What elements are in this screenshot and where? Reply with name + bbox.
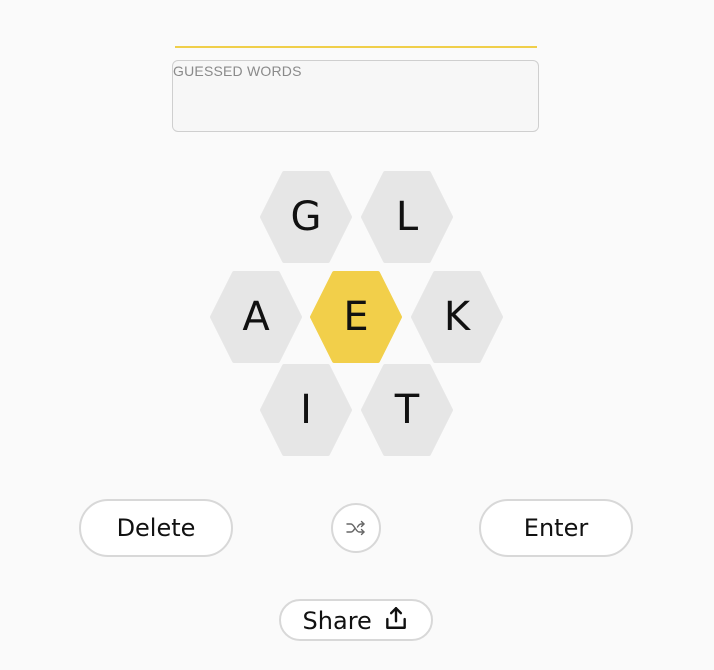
hexagon-shape — [260, 171, 352, 263]
hex-cell-outer-top-right[interactable]: L — [361, 171, 453, 263]
spelling-bee-game: GUESSED WORDS G L A E K I T Delete Enter… — [0, 0, 714, 670]
hex-cell-outer-top-left[interactable]: G — [260, 171, 352, 263]
word-input-underline[interactable] — [175, 46, 537, 48]
hexagon-shape — [361, 364, 453, 456]
hex-cell-center[interactable]: E — [310, 271, 402, 363]
hexagon-shape — [411, 271, 503, 363]
delete-button[interactable]: Delete — [79, 499, 233, 557]
hexagon-shape — [210, 271, 302, 363]
shuffle-button[interactable] — [331, 503, 381, 553]
hex-cell-outer-left[interactable]: A — [210, 271, 302, 363]
hexagon-shape — [260, 364, 352, 456]
share-upload-icon — [386, 607, 407, 629]
guessed-words-panel: GUESSED WORDS — [172, 60, 539, 132]
hex-cell-outer-bottom-right[interactable]: T — [361, 364, 453, 456]
hexagon-shape — [310, 271, 402, 363]
hexagon-shape — [361, 171, 453, 263]
guessed-words-label: GUESSED WORDS — [173, 63, 302, 79]
hex-cell-outer-bottom-left[interactable]: I — [260, 364, 352, 456]
shuffle-icon — [346, 520, 365, 536]
share-button[interactable]: Share — [279, 599, 433, 641]
enter-button[interactable]: Enter — [479, 499, 633, 557]
hex-cell-outer-right[interactable]: K — [411, 271, 503, 363]
share-label: Share — [302, 607, 372, 635]
